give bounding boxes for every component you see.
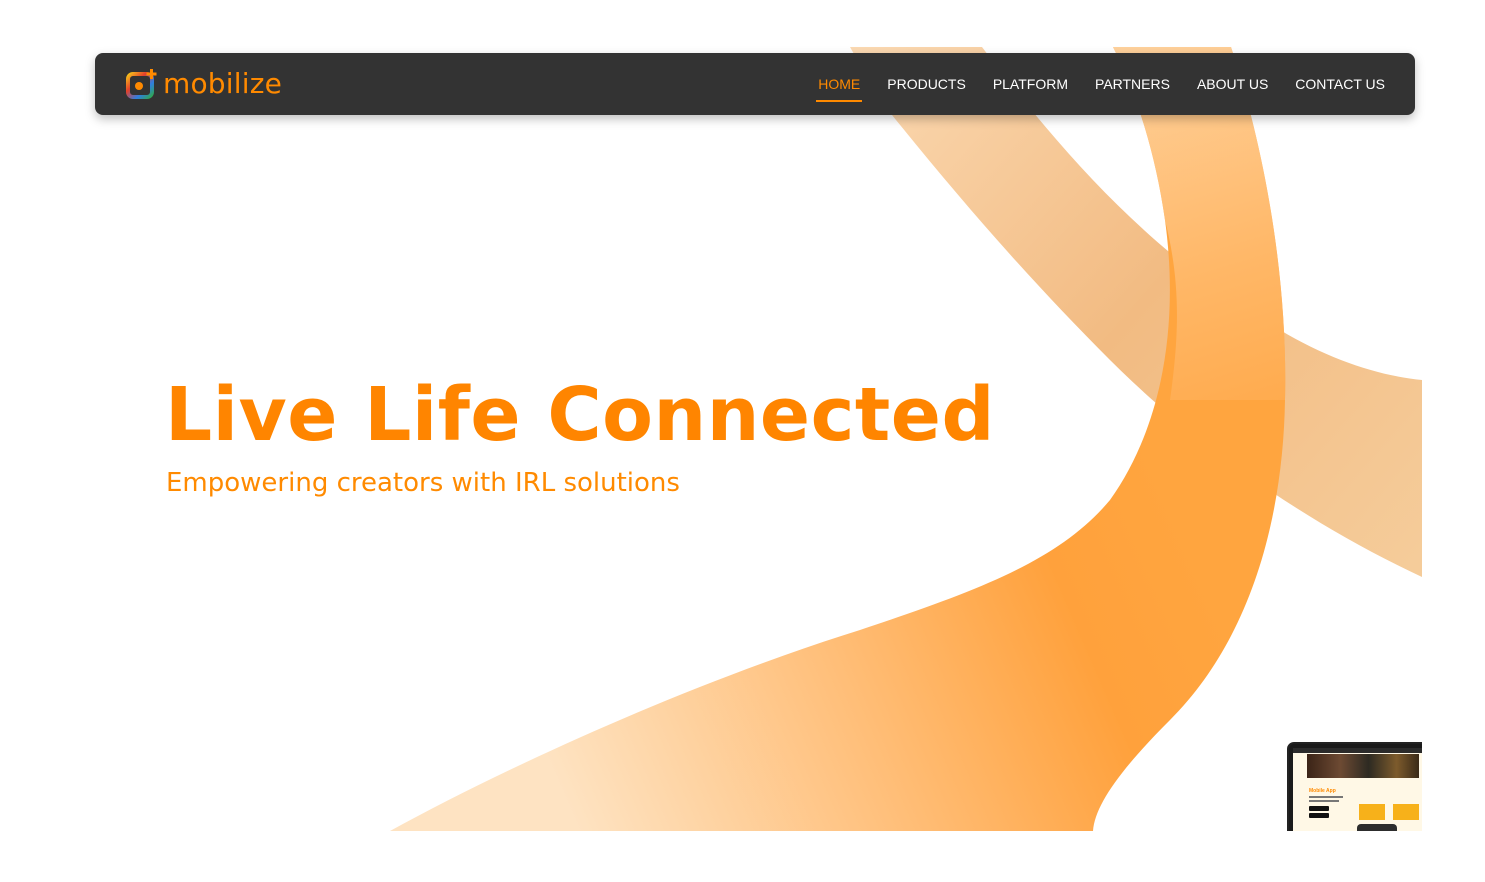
camera-plus-icon (126, 69, 157, 99)
nav-item-partners[interactable]: PARTNERS (1095, 76, 1170, 92)
top-navbar: mobilize HOME PRODUCTS PLATFORM PARTNERS… (95, 53, 1415, 115)
device-preview-thumbnail[interactable]: Mobile App (1287, 742, 1422, 831)
nav-item-about-us[interactable]: ABOUT US (1197, 76, 1268, 92)
hero-section: Live Life Connected Empowering creators … (0, 0, 1422, 831)
device-screen-text-line (1309, 796, 1343, 798)
main-nav: HOME PRODUCTS PLATFORM PARTNERS ABOUT US… (791, 53, 1385, 115)
brand-name: mobilize (163, 67, 283, 100)
device-screen-text-line (1309, 800, 1339, 802)
device-screen-card (1393, 804, 1419, 820)
device-screen-navbar (1293, 748, 1422, 753)
nav-item-products[interactable]: PRODUCTS (887, 76, 966, 92)
brand-logo[interactable]: mobilize (125, 67, 282, 101)
device-screen-banner (1307, 754, 1419, 778)
device-screen-store-button (1309, 806, 1329, 811)
hero-subheadline: Empowering creators with IRL solutions (166, 468, 680, 498)
nav-item-platform[interactable]: PLATFORM (993, 76, 1068, 92)
device-screen-card (1359, 804, 1385, 820)
nav-item-home[interactable]: HOME (816, 76, 863, 102)
device-screen-phone (1357, 824, 1397, 831)
nav-item-contact-us[interactable]: CONTACT US (1295, 76, 1385, 92)
device-screen-title: Mobile App (1309, 788, 1336, 794)
device-screen: Mobile App (1293, 748, 1422, 831)
device-screen-store-button (1309, 813, 1329, 818)
hero-headline: Live Life Connected (165, 372, 995, 458)
